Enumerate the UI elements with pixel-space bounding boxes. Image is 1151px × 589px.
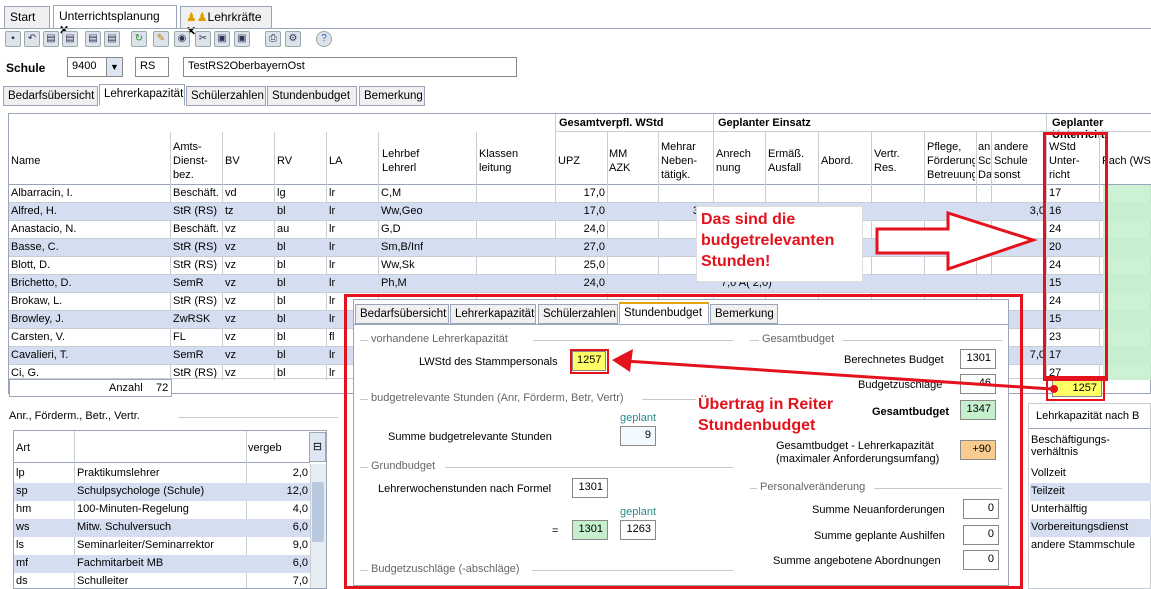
block-arrow-right [875, 210, 1038, 272]
transfer-arrow-dot [1050, 385, 1058, 393]
arrow-overlay [612, 210, 1058, 393]
transfer-arrow-line [624, 359, 1053, 391]
transfer-arrow-head [612, 349, 633, 372]
